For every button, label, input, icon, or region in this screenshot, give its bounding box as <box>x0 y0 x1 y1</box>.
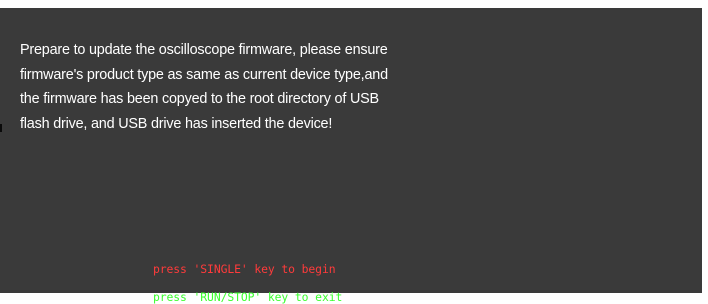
firmware-update-dialog: Prepare to update the oscilloscope firmw… <box>0 8 702 304</box>
message-line-3: the firmware has been copyed to the root… <box>20 91 379 107</box>
message-line-1: Prepare to update the oscilloscope firmw… <box>20 42 388 58</box>
exit-instruction: press 'RUN/STOP' key to exit <box>153 290 343 304</box>
edge-marker <box>0 124 2 132</box>
message-line-4: flash drive, and USB drive has inserted … <box>20 115 333 132</box>
message-line-2: firmware's product type as same as curre… <box>20 66 388 83</box>
begin-instruction: press 'SINGLE' key to begin <box>153 262 336 276</box>
firmware-update-screen: Prepare to update the oscilloscope firmw… <box>0 0 708 304</box>
firmware-update-message: Prepare to update the oscilloscope firmw… <box>20 38 490 136</box>
